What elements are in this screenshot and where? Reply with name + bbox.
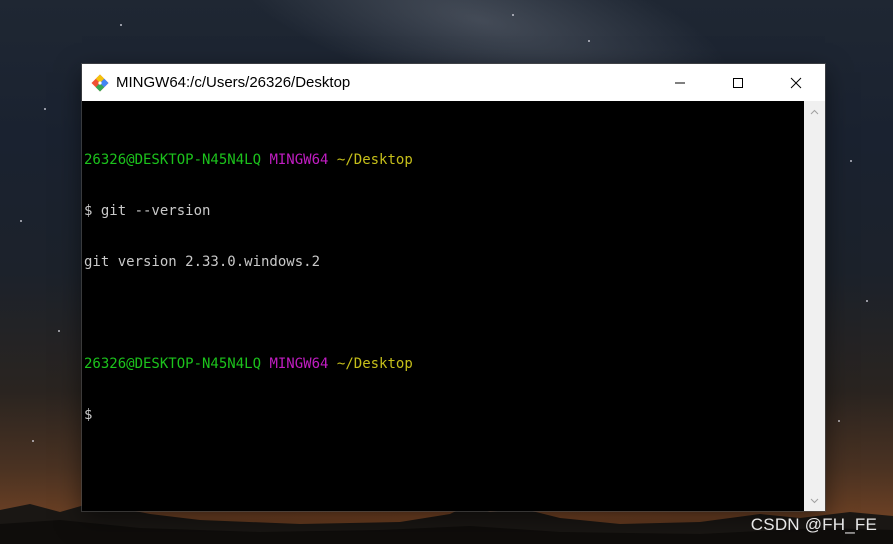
prompt-shell: MINGW64 [269,356,329,372]
command-line: $ git --version [84,203,211,219]
star [866,300,868,302]
star [20,220,22,222]
maximize-button[interactable] [709,64,767,101]
chevron-up-icon [810,109,819,114]
window-title: MINGW64:/c/Users/26326/Desktop [116,74,351,91]
prompt-user-host: 26326@DESKTOP-N45N4LQ [84,152,262,168]
watermark: CSDN @FH_FE [750,515,877,534]
desktop-background: MINGW64:/c/Users/26326/Desktop 26326@DES… [0,0,893,544]
output-line: git version 2.33.0.windows.2 [84,254,321,270]
maximize-icon [733,77,743,88]
close-button[interactable] [767,64,825,101]
prompt-shell: MINGW64 [269,152,329,168]
scroll-down-button[interactable] [804,492,825,509]
star [44,108,46,110]
star [838,420,840,422]
terminal-window[interactable]: MINGW64:/c/Users/26326/Desktop 26326@DES… [82,64,825,511]
prompt-line: 26326@DESKTOP-N45N4LQ MINGW64 ~/Desktop [84,356,804,373]
close-icon [790,77,802,88]
star [512,14,514,16]
minimize-button[interactable] [651,64,709,101]
terminal-output[interactable]: 26326@DESKTOP-N45N4LQ MINGW64 ~/Desktop … [82,101,804,511]
star [588,40,590,42]
prompt-line: 26326@DESKTOP-N45N4LQ MINGW64 ~/Desktop [84,152,804,169]
scroll-up-button[interactable] [804,103,825,120]
prompt-user-host: 26326@DESKTOP-N45N4LQ [84,356,262,372]
prompt-path: ~/Desktop [336,356,413,372]
star [58,330,60,332]
git-icon [91,74,109,91]
prompt-path: ~/Desktop [336,152,413,168]
star [850,160,852,162]
star [120,24,122,26]
chevron-down-icon [810,498,819,503]
minimize-icon [675,82,685,83]
input-prompt-line[interactable]: $ [84,407,804,424]
title-bar[interactable]: MINGW64:/c/Users/26326/Desktop [82,64,825,101]
star [32,440,34,442]
vertical-scrollbar[interactable] [804,101,825,511]
